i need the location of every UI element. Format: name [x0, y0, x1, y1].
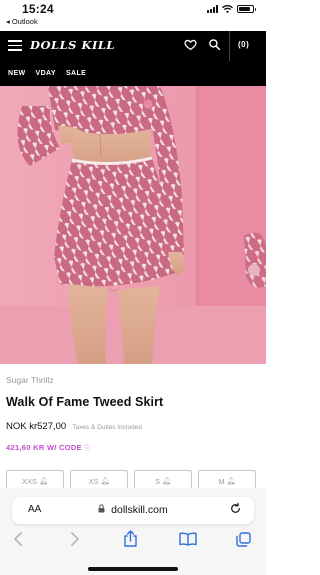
nav-item-vday[interactable]: VDAY	[36, 70, 56, 77]
battery-level	[239, 7, 251, 11]
back-to-app-link[interactable]: ◂ Outlook	[6, 17, 38, 26]
product-image[interactable]	[0, 86, 266, 364]
info-icon[interactable]: ⓘ	[84, 443, 90, 452]
reload-icon[interactable]	[229, 502, 242, 515]
forward-icon[interactable]	[69, 532, 81, 546]
url-text: dollskill.com	[111, 504, 168, 516]
lock-icon	[98, 504, 105, 513]
bookmarks-icon[interactable]	[179, 532, 197, 546]
size-label: S	[155, 476, 161, 486]
battery-icon	[237, 5, 256, 13]
search-icon[interactable]	[208, 38, 221, 51]
product-photo-illustration	[0, 86, 266, 364]
share-icon[interactable]	[123, 530, 138, 547]
heart-icon[interactable]	[184, 38, 197, 51]
tabs-icon[interactable]	[236, 532, 251, 547]
home-indicator[interactable]	[88, 567, 178, 571]
price-row: NOK kr527,00 Taxes & Duties Included	[6, 421, 142, 432]
status-bar: 15:24 ◂ Outlook	[0, 0, 266, 28]
back-icon[interactable]	[12, 532, 24, 546]
browser-address-area: AA dollskill.com	[0, 488, 266, 530]
status-time: 15:24	[22, 2, 54, 16]
size-label: M	[218, 476, 225, 486]
nav-item-new[interactable]: NEW	[8, 70, 26, 77]
category-nav: NEW VDAY SALE	[0, 61, 266, 86]
site-logo[interactable]: DOLLS KILL	[30, 38, 115, 52]
bell-icon: 🔔︎	[162, 478, 171, 485]
nav-item-sale[interactable]: SALE	[66, 70, 86, 77]
size-label: XXS	[22, 476, 38, 486]
cart-button[interactable]: (0)	[238, 40, 249, 49]
address-bar[interactable]: AA dollskill.com	[12, 497, 254, 524]
header-divider	[229, 31, 230, 61]
status-icons	[207, 5, 256, 13]
product-brand[interactable]: Sugar Thrillz	[6, 375, 54, 385]
promo-text: 421,60 KR W/ CODE	[6, 443, 82, 452]
browser-toolbar	[0, 530, 266, 575]
wifi-icon	[222, 5, 233, 13]
product-price: NOK kr527,00	[6, 421, 67, 432]
signal-icon	[207, 5, 218, 13]
product-title: Walk Of Fame Tweed Skirt	[6, 395, 164, 409]
size-label: XS	[88, 476, 99, 486]
bell-icon: 🔔︎	[39, 478, 48, 485]
menu-icon[interactable]	[8, 40, 22, 51]
bell-icon: 🔔︎	[100, 478, 110, 485]
tax-note: Taxes & Duties Included	[72, 424, 142, 431]
bell-icon: 🔔︎	[226, 478, 236, 485]
site-header: DOLLS KILL (0)	[0, 31, 266, 61]
url-display[interactable]: dollskill.com	[12, 504, 254, 516]
promo-price: 421,60 KR W/ CODE ⓘ	[6, 443, 90, 452]
